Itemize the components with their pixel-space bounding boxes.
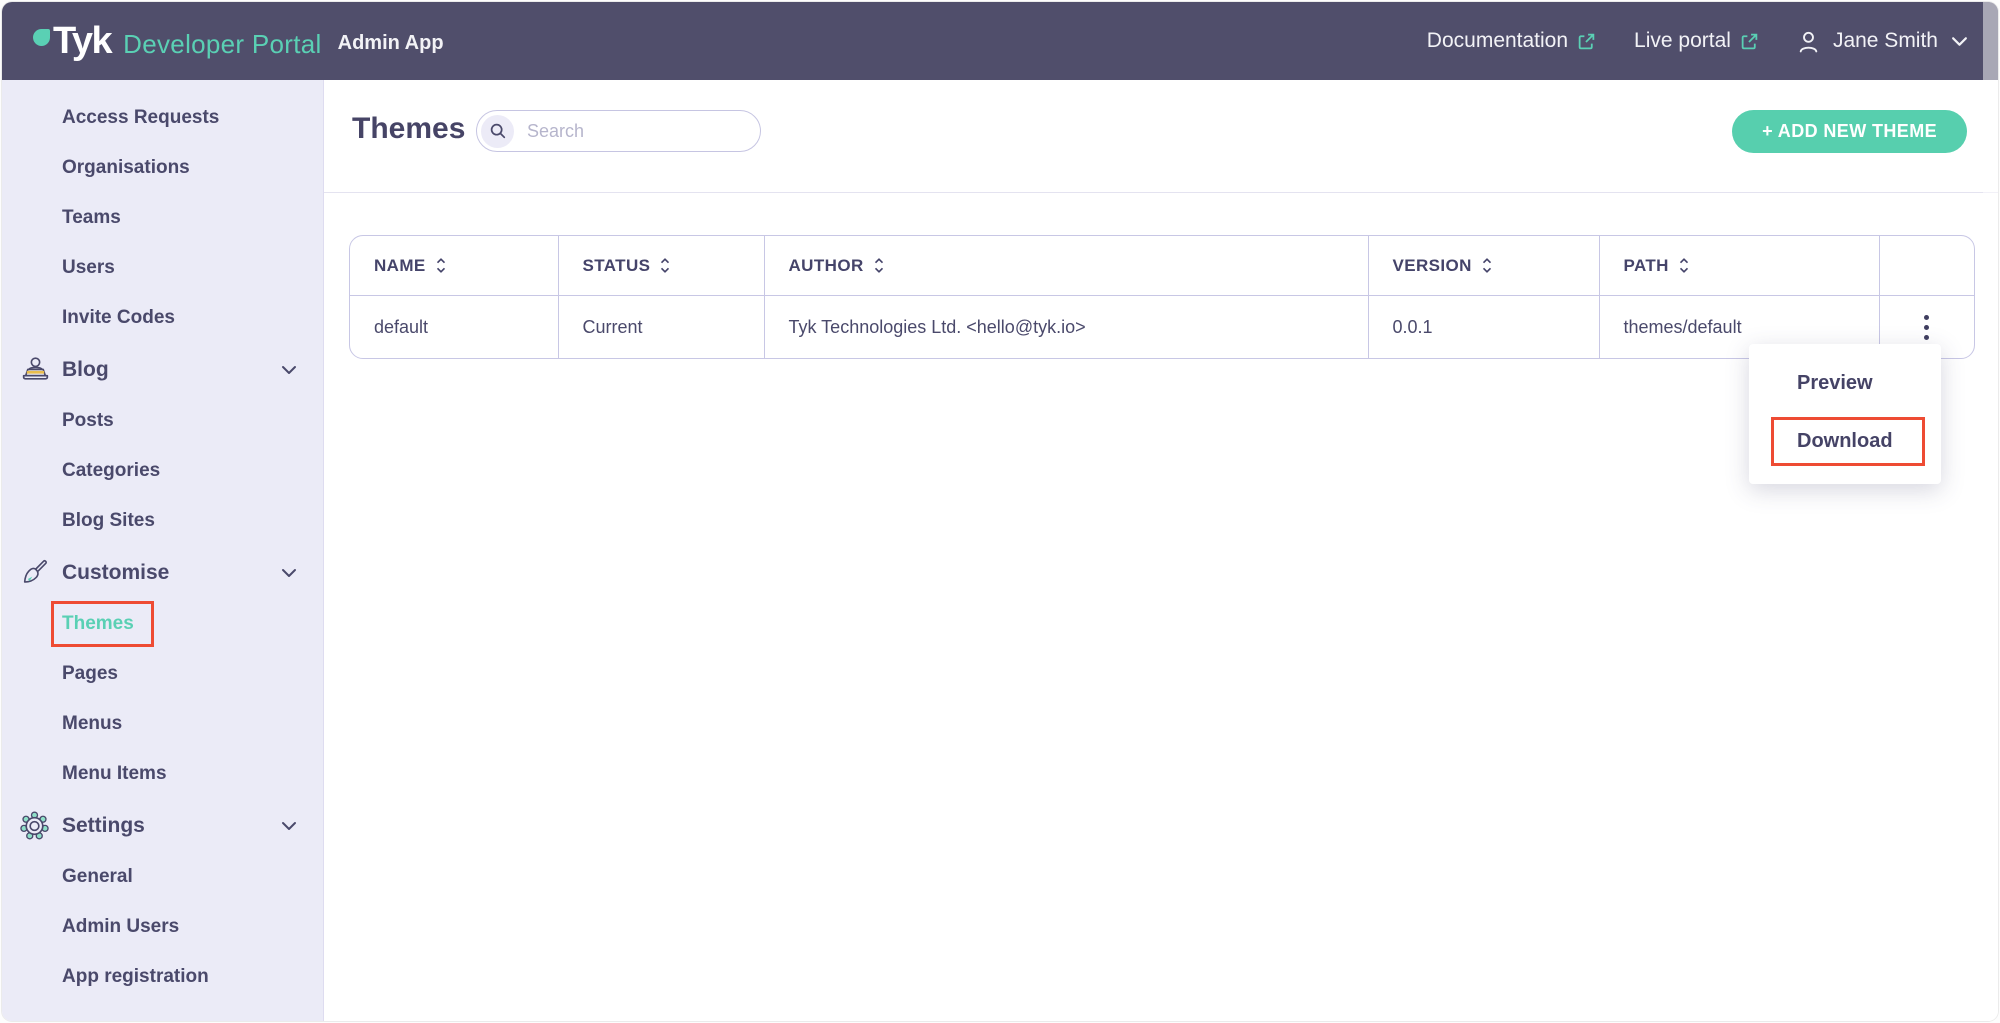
menu-item-preview[interactable]: Preview [1749,364,1941,403]
search-box [476,110,761,152]
sidebar: Access Requests Organisations Teams User… [2,80,324,1021]
user-menu[interactable]: Jane Smith [1797,29,1968,54]
sort-icon [435,257,447,274]
add-new-theme-button[interactable]: + ADD NEW THEME [1732,110,1967,153]
annotation-box-download: Download [1771,417,1925,466]
sidebar-item-invite-codes[interactable]: Invite Codes [2,293,323,343]
sidebar-item-teams[interactable]: Teams [2,193,323,243]
sidebar-section-settings[interactable]: Settings [2,799,323,852]
sidebar-item-organisations[interactable]: Organisations [2,143,323,193]
topbar: Tyk Developer Portal Admin App Documenta… [2,2,1998,80]
app-window: Tyk Developer Portal Admin App Documenta… [0,0,2000,1023]
menu-item-download[interactable]: Download [1774,420,1922,463]
sidebar-item-posts[interactable]: Posts [2,396,323,446]
page-header: Themes + ADD NEW THEME [324,80,1998,193]
live-portal-link-label: Live portal [1634,29,1731,53]
page-title: Themes [352,112,465,146]
row-actions-menu: Preview Download [1749,344,1941,484]
sort-icon [873,257,885,274]
sidebar-item-pages[interactable]: Pages [2,649,323,699]
sidebar-item-admin-users[interactable]: Admin Users [2,902,323,952]
chevron-down-icon [281,821,297,831]
column-header-status[interactable]: STATUS [558,236,764,296]
table-header-row: NAME STATUS AUTHOR VERSION [350,236,1974,296]
paintbrush-icon [19,558,49,588]
cell-author: Tyk Technologies Ltd. <hello@tyk.io> [764,296,1368,359]
sidebar-section-customise[interactable]: Customise [2,546,323,599]
documentation-link[interactable]: Documentation [1427,29,1596,53]
user-name: Jane Smith [1833,29,1938,53]
user-icon [1797,29,1820,54]
search-icon-circle [481,115,514,148]
app-frame: Tyk Developer Portal Admin App Documenta… [2,2,1998,1021]
sidebar-item-users[interactable]: Users [2,243,323,293]
sort-icon [1678,257,1690,274]
themes-table: NAME STATUS AUTHOR VERSION [349,235,1975,359]
sidebar-item-categories[interactable]: Categories [2,446,323,496]
chevron-down-icon [281,365,297,375]
logo-text: Tyk [53,21,111,61]
sidebar-nav: Access Requests Organisations Teams User… [2,93,323,1002]
main-content: Themes + ADD NEW THEME [324,80,1998,1021]
cell-version: 0.0.1 [1368,296,1599,359]
chevron-down-icon [281,568,297,578]
sidebar-item-blog-sites[interactable]: Blog Sites [2,496,323,546]
documentation-link-label: Documentation [1427,29,1568,53]
kebab-icon[interactable] [1918,309,1935,346]
topbar-right: Documentation Live portal Jane Smith [1427,29,1968,54]
external-link-icon [1577,32,1596,51]
sidebar-item-menus[interactable]: Menus [2,699,323,749]
sidebar-section-blog[interactable]: Blog [2,343,323,396]
live-portal-link[interactable]: Live portal [1634,29,1759,53]
chevron-down-icon [1951,36,1968,47]
tyk-leaf-icon [33,29,50,46]
product-name: Developer Portal [123,29,321,60]
external-link-icon [1740,32,1759,51]
sort-icon [659,257,671,274]
search-icon [489,122,507,140]
sidebar-item-menu-items[interactable]: Menu Items [2,749,323,799]
scrollbar[interactable] [1983,2,1998,1021]
table-row: default Current Tyk Technologies Ltd. <h… [350,296,1974,359]
gear-icon [19,810,50,841]
blog-author-icon [19,355,52,384]
sidebar-item-themes[interactable]: Themes [2,599,323,649]
column-header-actions [1879,236,1974,296]
sidebar-item-access-requests[interactable]: Access Requests [2,93,323,143]
search-input[interactable] [514,121,760,142]
cell-name: default [350,296,558,359]
annotation-box-themes: Themes [51,601,154,647]
column-header-author[interactable]: AUTHOR [764,236,1368,296]
sidebar-item-themes-label: Themes [62,613,134,634]
app-name: Admin App [338,28,444,55]
sidebar-item-app-registration[interactable]: App registration [2,952,323,1002]
cell-status: Current [558,296,764,359]
brand-logo[interactable]: Tyk Developer Portal [33,21,322,61]
sort-icon [1481,257,1493,274]
column-header-path[interactable]: PATH [1599,236,1879,296]
column-header-version[interactable]: VERSION [1368,236,1599,296]
column-header-name[interactable]: NAME [350,236,558,296]
sidebar-item-general[interactable]: General [2,852,323,902]
